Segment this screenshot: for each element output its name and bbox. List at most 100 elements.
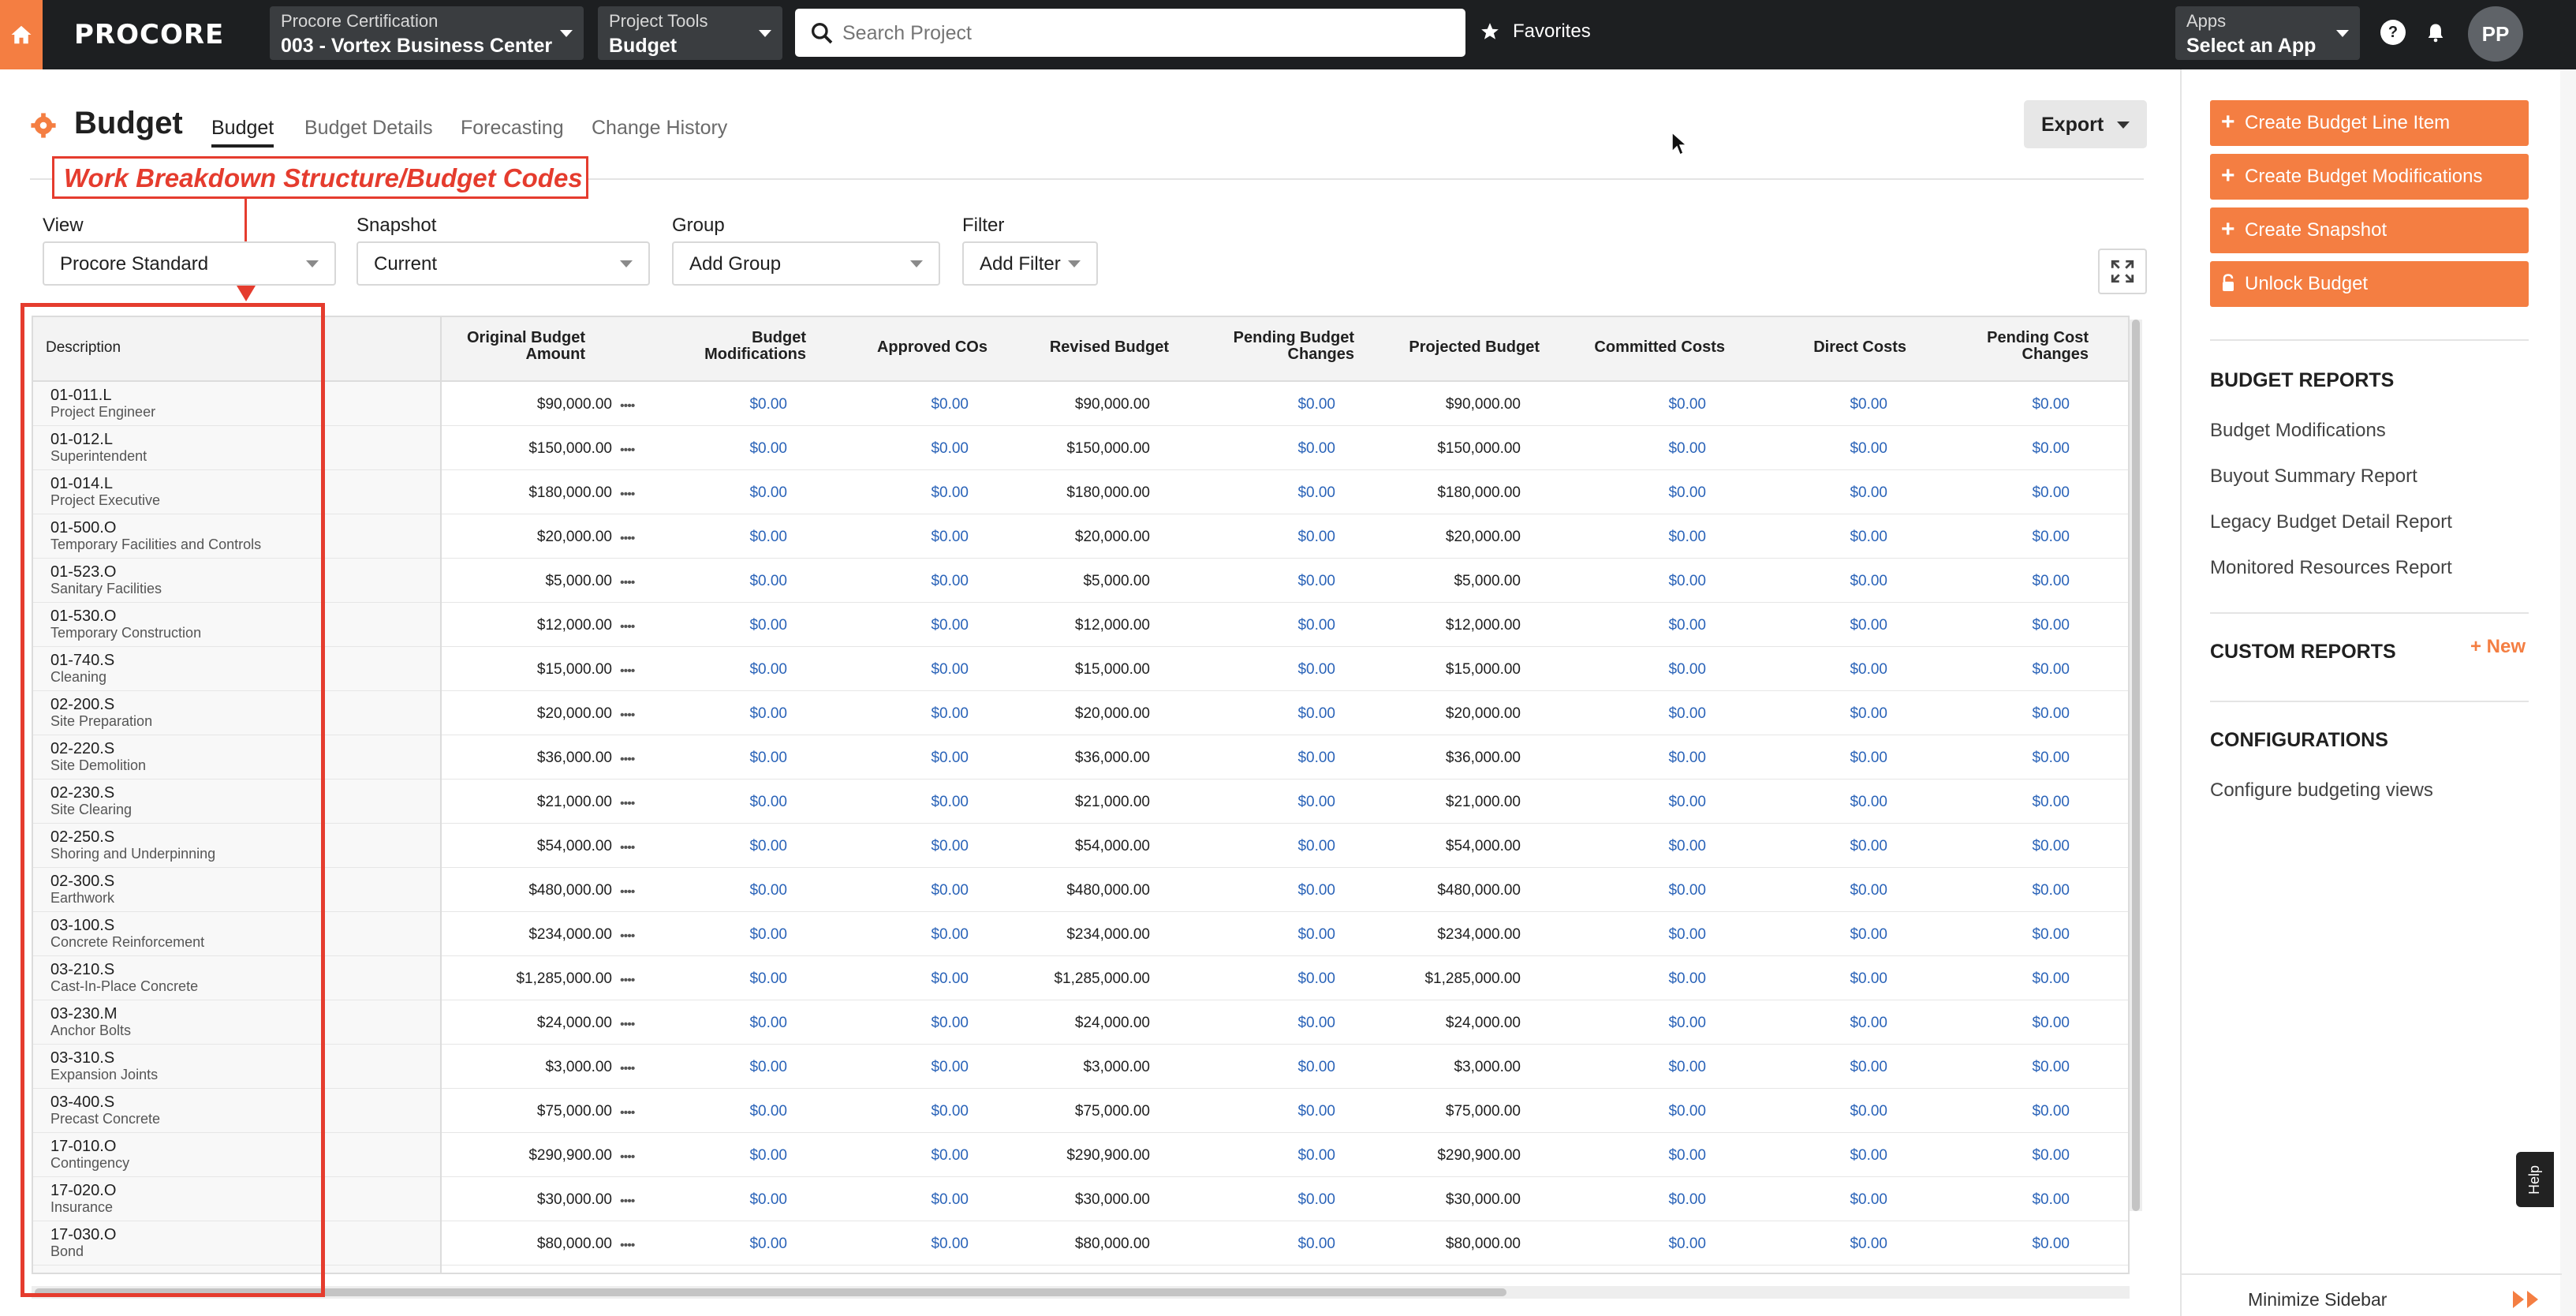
amount-link[interactable]: $0.00 [2032,1191,2070,1209]
more-options-icon[interactable]: •••• [620,1150,635,1165]
table-row[interactable]: 17-040.O [33,1266,2128,1273]
amount-link[interactable]: $0.00 [1668,970,1706,988]
amount-link[interactable]: $0.00 [1850,882,1887,899]
column-header[interactable]: Projected Budget [1409,339,1540,356]
double-chevron-right-icon[interactable] [2511,1289,2543,1310]
amount-link[interactable]: $0.00 [1850,794,1887,811]
help-icon[interactable]: ? [2380,20,2406,45]
table-row[interactable]: 02-220.S Site Demolition $36,000.00 $0.00 $0… [33,735,2128,780]
more-options-icon[interactable]: •••• [620,576,635,590]
more-options-icon[interactable]: •••• [620,1018,635,1032]
tab-change-history[interactable]: Change History [592,117,727,140]
amount-link[interactable]: $0.00 [1297,661,1335,679]
amount-link[interactable]: $0.00 [1850,1015,1887,1032]
amount-link[interactable]: $0.00 [1297,882,1335,899]
more-options-icon[interactable]: •••• [620,929,635,944]
search-input[interactable]: Search Project [795,9,1465,57]
amount-link[interactable]: $0.00 [931,573,969,590]
table-row[interactable]: 02-300.S Earthwork $480,000.00 $0.00 $0.00 $4… [33,868,2128,912]
amount-link[interactable]: $0.00 [1297,1191,1335,1209]
report-link-budget-modifications[interactable]: Budget Modifications [2210,420,2386,442]
amount-link[interactable]: $0.00 [1850,1103,1887,1120]
more-options-icon[interactable]: •••• [620,753,635,767]
amount-link[interactable]: $0.00 [1850,838,1887,855]
export-button[interactable]: Export [2024,100,2147,148]
amount-link[interactable]: $0.00 [1668,661,1706,679]
amount-link[interactable]: $0.00 [2032,1236,2070,1253]
configure-budgeting-views-link[interactable]: Configure budgeting views [2210,780,2433,802]
amount-link[interactable]: $0.00 [2032,617,2070,634]
amount-link[interactable]: $0.00 [2032,396,2070,413]
table-row[interactable]: 01-500.O Temporary Facilities and Control… [33,514,2128,559]
table-row[interactable]: 01-530.O Temporary Construction $12,000.00… [33,603,2128,647]
amount-link[interactable]: $0.00 [1850,705,1887,723]
more-options-icon[interactable]: •••• [620,841,635,855]
column-header[interactable]: Pending Budget Changes [1234,330,1354,363]
amount-link[interactable]: $0.00 [1668,882,1706,899]
more-options-icon[interactable]: •••• [620,1194,635,1209]
amount-link[interactable]: $0.00 [1668,396,1706,413]
amount-link[interactable]: $0.00 [749,484,787,502]
view-dropdown[interactable]: Procore Standard [43,241,336,286]
amount-link[interactable]: $0.00 [1297,440,1335,458]
table-row[interactable]: 03-400.S Precast Concrete $75,000.00 $0.00 $… [33,1089,2128,1133]
amount-link[interactable]: $0.00 [1297,617,1335,634]
amount-link[interactable]: $0.00 [1850,661,1887,679]
more-options-icon[interactable]: •••• [620,532,635,546]
amount-link[interactable]: $0.00 [749,794,787,811]
report-link-buyout-summary[interactable]: Buyout Summary Report [2210,465,2417,488]
amount-link[interactable]: $0.00 [2032,573,2070,590]
amount-link[interactable]: $0.00 [931,617,969,634]
table-vertical-scrollbar[interactable] [2130,320,2142,1211]
amount-link[interactable]: $0.00 [2032,1015,2070,1032]
amount-link[interactable]: $0.00 [2032,882,2070,899]
more-options-icon[interactable]: •••• [620,885,635,899]
amount-link[interactable]: $0.00 [1668,1147,1706,1165]
amount-link[interactable]: $0.00 [1850,573,1887,590]
amount-link[interactable]: $0.00 [1668,573,1706,590]
amount-link[interactable]: $0.00 [1668,440,1706,458]
table-row[interactable]: 01-014.L Project Executive $180,000.00 $0.0… [33,470,2128,514]
amount-link[interactable]: $0.00 [931,1059,969,1076]
amount-link[interactable]: $0.00 [749,705,787,723]
create-budget-modifications-button[interactable]: + Create Budget Modifications [2210,154,2529,200]
amount-link[interactable]: $0.00 [2032,529,2070,546]
more-options-icon[interactable]: •••• [620,399,635,413]
amount-link[interactable]: $0.00 [749,970,787,988]
amount-link[interactable]: $0.00 [1668,838,1706,855]
amount-link[interactable]: $0.00 [2032,1147,2070,1165]
amount-link[interactable]: $0.00 [931,1103,969,1120]
group-dropdown[interactable]: Add Group [672,241,940,286]
amount-link[interactable]: $0.00 [1297,1236,1335,1253]
amount-link[interactable]: $0.00 [931,794,969,811]
scrollbar-thumb[interactable] [2132,320,2140,1211]
table-horizontal-scrollbar[interactable] [32,1286,2130,1299]
column-header[interactable]: Original Budget Amount [467,330,585,363]
amount-link[interactable]: $0.00 [1668,1059,1706,1076]
amount-link[interactable]: $0.00 [1297,794,1335,811]
create-budget-line-item-button[interactable]: + Create Budget Line Item [2210,100,2529,146]
amount-link[interactable]: $0.00 [1297,396,1335,413]
amount-link[interactable]: $0.00 [931,926,969,944]
table-row[interactable]: 17-030.O Bond $80,000.00 $0.00 $0.00 $80,000.… [33,1221,2128,1266]
amount-link[interactable]: $0.00 [1668,529,1706,546]
amount-link[interactable]: $0.00 [931,440,969,458]
more-options-icon[interactable]: •••• [620,1106,635,1120]
amount-link[interactable]: $0.00 [931,970,969,988]
table-row[interactable]: 03-310.S Expansion Joints $3,000.00 $0.00 $0… [33,1045,2128,1089]
amount-link[interactable]: $0.00 [1850,970,1887,988]
amount-link[interactable]: $0.00 [749,573,787,590]
amount-link[interactable]: $0.00 [931,484,969,502]
amount-link[interactable]: $0.00 [749,838,787,855]
amount-link[interactable]: $0.00 [931,705,969,723]
amount-link[interactable]: $0.00 [749,1103,787,1120]
more-options-icon[interactable]: •••• [620,1239,635,1253]
amount-link[interactable]: $0.00 [749,617,787,634]
amount-link[interactable]: $0.00 [931,661,969,679]
amount-link[interactable]: $0.00 [2032,705,2070,723]
amount-link[interactable]: $0.00 [1850,750,1887,767]
amount-link[interactable]: $0.00 [1850,396,1887,413]
amount-link[interactable]: $0.00 [749,661,787,679]
more-options-icon[interactable]: •••• [620,443,635,458]
apps-selector[interactable]: Apps Select an App [2175,6,2360,60]
